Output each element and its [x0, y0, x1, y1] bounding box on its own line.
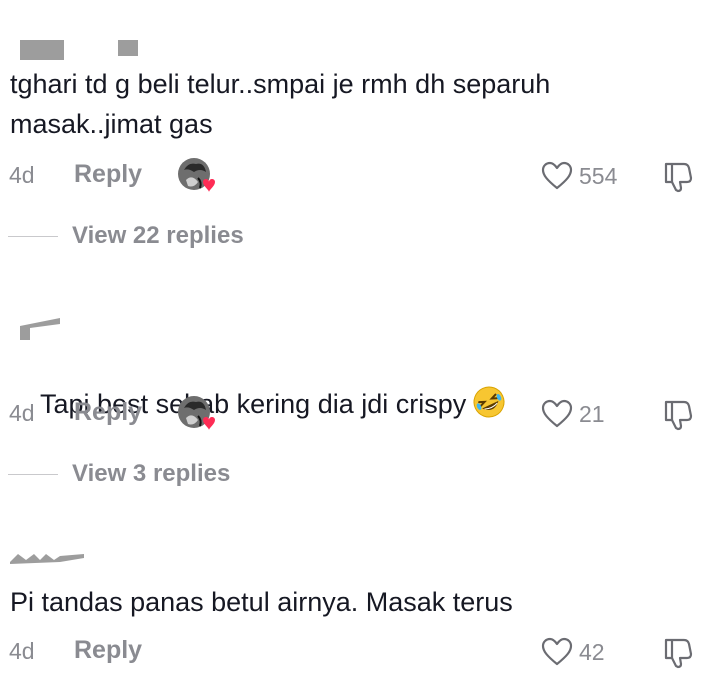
like-count: 42	[579, 638, 605, 665]
comment-time: 4d	[9, 400, 35, 426]
heart-outline-icon	[541, 399, 573, 429]
redacted-username	[20, 318, 60, 340]
view-replies-label: View 22 replies	[72, 222, 244, 249]
comment-time: 4d	[9, 638, 35, 664]
like-count: 21	[579, 400, 605, 427]
like-button[interactable]: 554	[541, 158, 617, 194]
comment-actions: 4d Reply 21	[0, 394, 724, 434]
view-replies-label: View 3 replies	[72, 460, 231, 487]
comment-item: Tapi best sebab kering dia jdi crispy 4d…	[0, 300, 724, 520]
heart-outline-icon	[541, 161, 573, 191]
creator-liked-avatar-icon	[176, 394, 216, 434]
dislike-icon[interactable]	[660, 398, 694, 432]
comment-text: tghari td g beli telur..smpai je rmh dh …	[10, 69, 558, 139]
like-button[interactable]: 21	[541, 396, 605, 432]
comment-item: Pi tandas panas betul airnya. Masak teru…	[0, 530, 724, 684]
reply-button[interactable]: Reply	[74, 636, 142, 665]
reply-button[interactable]: Reply	[74, 160, 142, 189]
divider-line	[8, 474, 58, 475]
dislike-icon[interactable]	[660, 160, 694, 194]
comment-actions: 4d Reply 554	[0, 156, 724, 196]
redacted-username-part	[118, 40, 138, 56]
comment-text: Pi tandas panas betul airnya. Masak teru…	[10, 587, 513, 617]
view-replies-button[interactable]: View 22 replies	[0, 218, 400, 254]
reply-button[interactable]: Reply	[74, 398, 142, 427]
divider-line	[8, 236, 58, 237]
redacted-username	[20, 40, 64, 60]
comment-item: tghari td g beli telur..smpai je rmh dh …	[0, 0, 724, 270]
like-button[interactable]: 42	[541, 634, 605, 670]
dislike-icon[interactable]	[660, 636, 694, 670]
like-count: 554	[579, 162, 618, 189]
creator-liked-avatar-icon	[176, 156, 216, 196]
comment-time: 4d	[9, 162, 35, 188]
heart-outline-icon	[541, 637, 573, 667]
redacted-username	[10, 554, 84, 564]
comment-actions: 4d Reply 42	[0, 632, 724, 672]
view-replies-button[interactable]: View 3 replies	[0, 456, 400, 492]
